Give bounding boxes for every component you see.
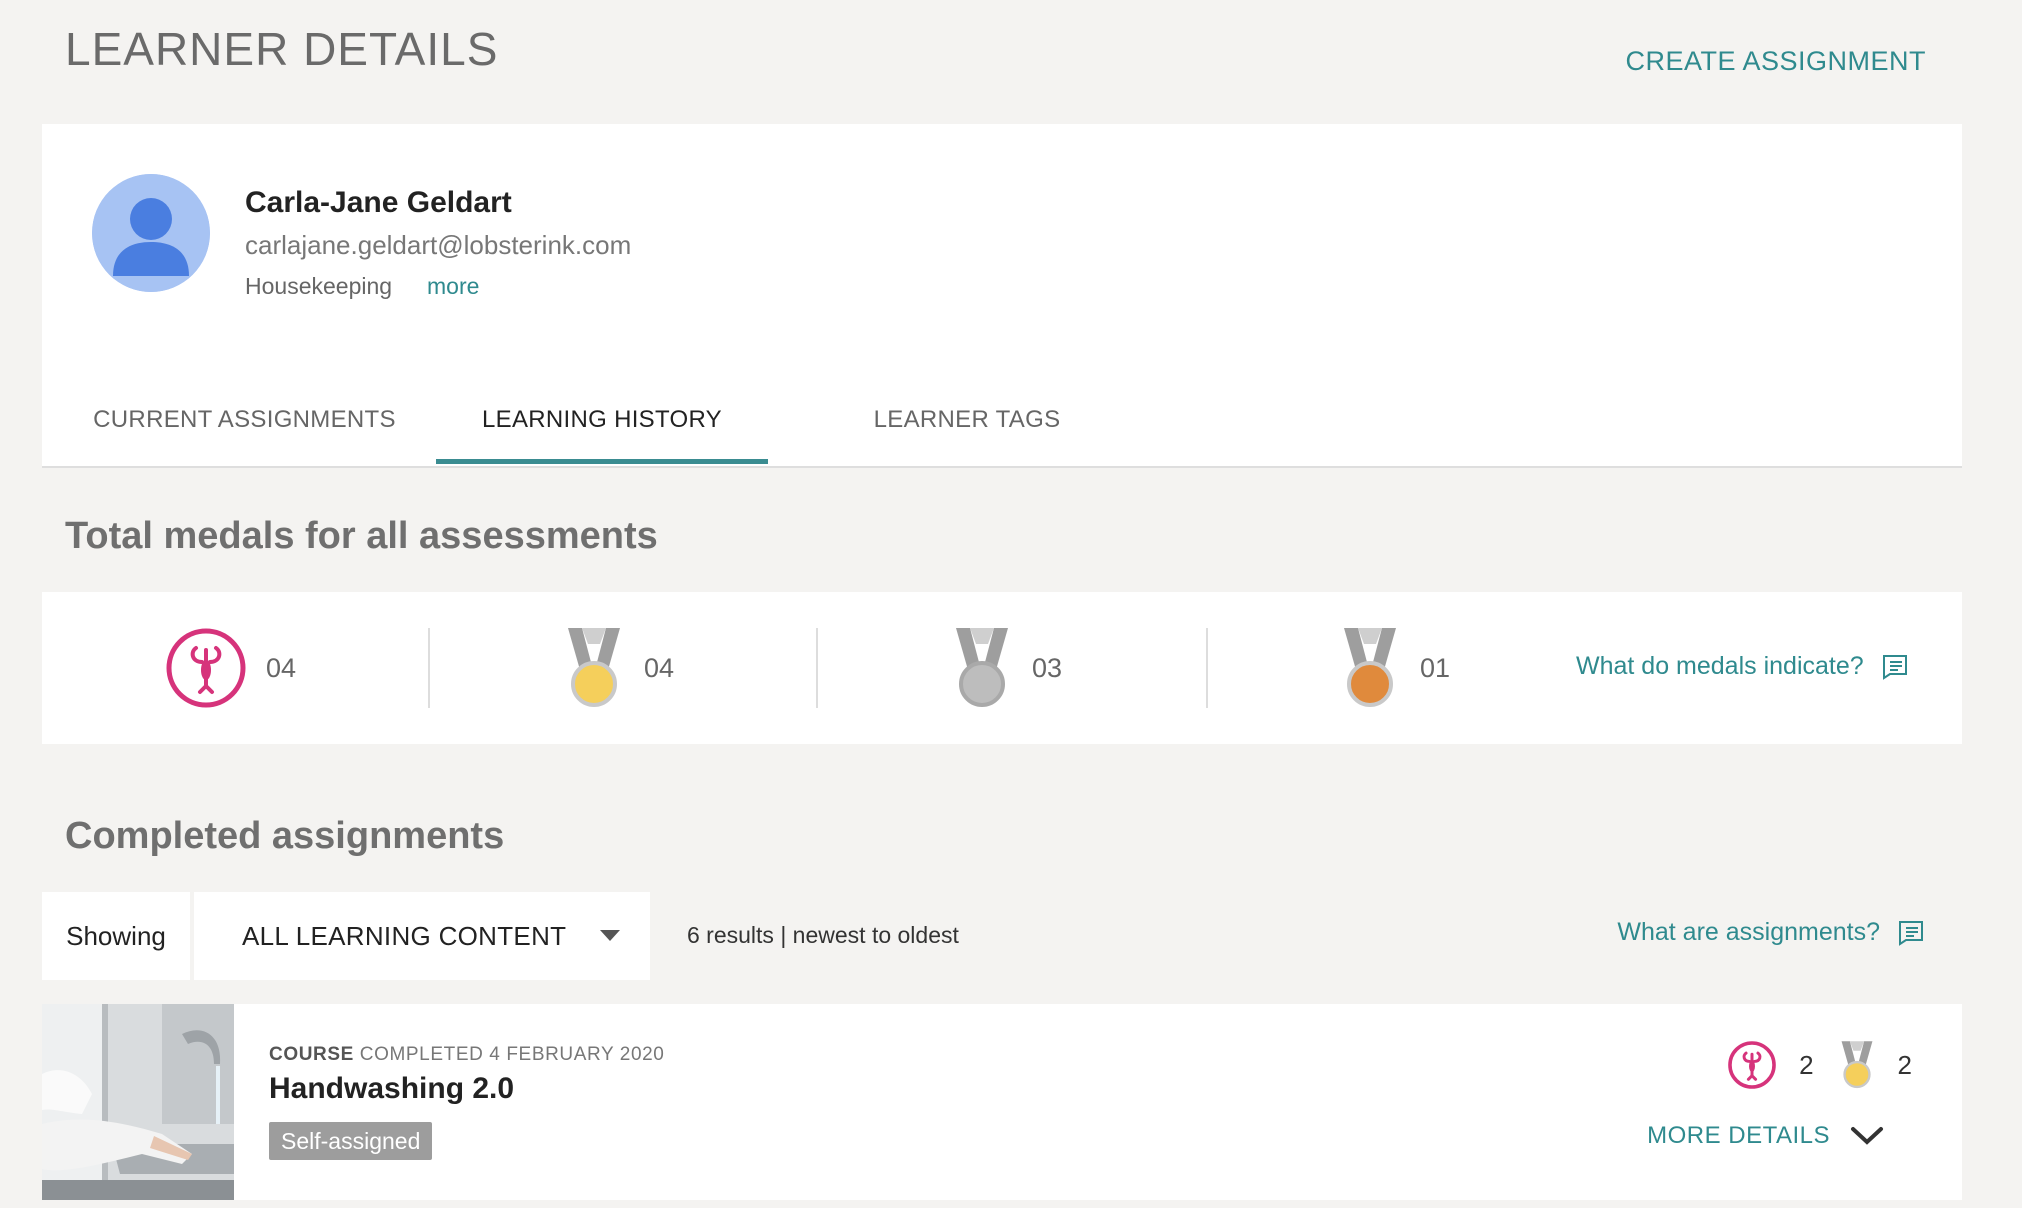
create-assignment-button[interactable]: CREATE ASSIGNMENT (1625, 46, 1926, 77)
divider (1206, 628, 1208, 708)
silver-medal-count: 03 (1032, 652, 1063, 683)
assignment-card[interactable]: COURSE COMPLETED 4 FEBRUARY 2020 Handwas… (42, 1004, 1962, 1200)
assignment-type: COURSE (269, 1044, 354, 1065)
tab-current-assignments[interactable]: CURRENT ASSIGNMENTS (57, 374, 432, 464)
medals-help-link[interactable]: What do medals indicate? (1576, 652, 1910, 681)
info-note-icon (1880, 654, 1910, 680)
showing-label: Showing (42, 892, 190, 980)
gold-medal-icon (1841, 1041, 1872, 1089)
medal-total-silver: 03 (950, 626, 1062, 710)
tab-bar: CURRENT ASSIGNMENTS LEARNING HISTORY LEA… (42, 374, 1962, 464)
bronze-medal-icon (1344, 628, 1396, 707)
gold-medal-icon (568, 628, 620, 707)
caret-down-icon (600, 930, 620, 941)
user-avatar-icon (92, 174, 210, 292)
lobster-medal-icon (1728, 1041, 1776, 1089)
assignment-status: COMPLETED 4 FEBRUARY 2020 (359, 1044, 665, 1065)
lobster-medal-icon (166, 628, 246, 708)
medals-summary-card: 04 04 03 01 What do medals indicate? (42, 592, 1962, 744)
lobster-medal-count: 2 (1799, 1049, 1814, 1080)
learner-name: Carla-Jane Geldart (245, 186, 512, 219)
info-note-icon (1896, 920, 1926, 946)
medals-help-label: What do medals indicate? (1576, 652, 1864, 680)
handwashing-image (42, 1004, 234, 1200)
divider (428, 628, 430, 708)
page-title: LEARNER DETAILS (65, 23, 499, 75)
content-filter-value: ALL LEARNING CONTENT (242, 920, 567, 951)
more-link[interactable]: more (427, 273, 479, 300)
more-details-button[interactable]: MORE DETAILS (1647, 1122, 1884, 1150)
chevron-down-icon (1850, 1126, 1884, 1146)
assignments-help-label: What are assignments? (1617, 918, 1880, 946)
tab-learner-tags[interactable]: LEARNER TAGS (802, 374, 1132, 464)
bronze-medal-count: 01 (1420, 652, 1451, 683)
assignments-help-link[interactable]: What are assignments? (1617, 918, 1926, 947)
medal-total-bronze: 01 (1338, 626, 1450, 710)
content-filter-select[interactable]: ALL LEARNING CONTENT (194, 892, 650, 980)
divider (816, 628, 818, 708)
course-thumbnail (42, 1004, 234, 1200)
silver-medal-icon (956, 628, 1008, 707)
learner-email: carlajane.geldart@lobsterink.com (245, 230, 632, 260)
more-details-label: MORE DETAILS (1647, 1122, 1830, 1149)
self-assigned-badge: Self-assigned (269, 1122, 433, 1160)
gold-medal-count: 2 (1897, 1049, 1912, 1080)
assignment-meta: COURSE COMPLETED 4 FEBRUARY 2020 (269, 1044, 664, 1066)
avatar (92, 174, 210, 292)
tab-learning-history[interactable]: LEARNING HISTORY (436, 374, 768, 464)
learner-department: Housekeeping (245, 273, 393, 299)
medal-total-lobster: 04 (164, 626, 296, 710)
assignment-title: Handwashing 2.0 (269, 1072, 515, 1105)
gold-medal-count: 04 (644, 652, 675, 683)
medal-total-gold: 04 (562, 626, 674, 710)
lobster-medal-count: 04 (266, 652, 297, 683)
learner-profile-card: Carla-Jane Geldart carlajane.geldart@lob… (42, 124, 1962, 468)
assignment-medals: 2 2 (1727, 1040, 1912, 1090)
completed-section-title: Completed assignments (65, 815, 505, 857)
medals-section-title: Total medals for all assessments (65, 515, 658, 557)
results-summary: 6 results | newest to oldest (687, 922, 959, 948)
